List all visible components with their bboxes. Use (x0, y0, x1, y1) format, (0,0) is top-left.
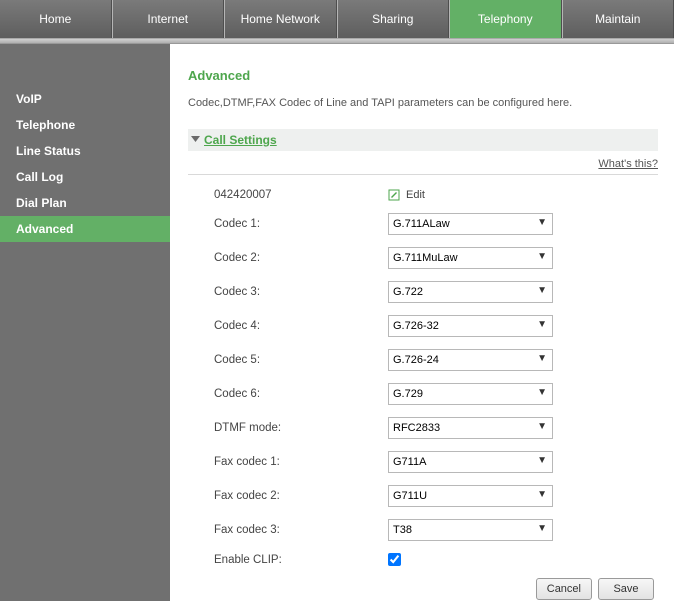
fax2-label: Fax codec 2: (188, 490, 388, 502)
topnav-tab-sharing[interactable]: Sharing (337, 0, 450, 38)
codec2-row: Codec 2: G.711MuLaw (188, 247, 658, 269)
sidebar-item-call-log[interactable]: Call Log (0, 164, 170, 190)
topnav-tab-label: Home (39, 12, 71, 26)
topnav-tab-home-network[interactable]: Home Network (224, 0, 337, 38)
page-description: Codec,DTMF,FAX Codec of Line and TAPI pa… (188, 97, 658, 109)
fax2-row: Fax codec 2: G711U (188, 485, 658, 507)
codec3-label: Codec 3: (188, 286, 388, 298)
topnav-tab-maintain[interactable]: Maintain (562, 0, 674, 38)
topnav-tab-home[interactable]: Home (0, 0, 112, 38)
button-bar: Cancel Save (188, 578, 658, 600)
codec4-label: Codec 4: (188, 320, 388, 332)
codec2-select[interactable]: G.711MuLaw (388, 247, 553, 269)
clip-label: Enable CLIP: (188, 554, 388, 566)
codec5-label: Codec 5: (188, 354, 388, 366)
codec5-select[interactable]: G.726-24 (388, 349, 553, 371)
sidebar-item-label: Line Status (16, 144, 81, 158)
sidebar-item-label: Dial Plan (16, 196, 67, 210)
section-title: Call Settings (204, 133, 277, 147)
sidebar-item-dial-plan[interactable]: Dial Plan (0, 190, 170, 216)
fax3-label: Fax codec 3: (188, 524, 388, 536)
codec6-label: Codec 6: (188, 388, 388, 400)
codec4-select[interactable]: G.726-32 (388, 315, 553, 337)
sidebar-item-label: Call Log (16, 170, 63, 184)
dtmf-row: DTMF mode: RFC2833 (188, 417, 658, 439)
sidebar-item-voip[interactable]: VoIP (0, 86, 170, 112)
save-button[interactable]: Save (598, 578, 654, 600)
dtmf-select[interactable]: RFC2833 (388, 417, 553, 439)
dtmf-label: DTMF mode: (188, 422, 388, 434)
collapse-icon (190, 135, 200, 145)
sidebar-item-advanced[interactable]: Advanced (0, 216, 170, 242)
top-navigation: Home Internet Home Network Sharing Telep… (0, 0, 674, 39)
codec3-row: Codec 3: G.722 (188, 281, 658, 303)
clip-checkbox[interactable] (388, 553, 401, 566)
codec2-label: Codec 2: (188, 252, 388, 264)
fax1-row: Fax codec 1: G711A (188, 451, 658, 473)
edit-label: Edit (406, 189, 425, 201)
topnav-tab-label: Maintain (595, 12, 640, 26)
cancel-button[interactable]: Cancel (536, 578, 592, 600)
fax1-select[interactable]: G711A (388, 451, 553, 473)
codec5-row: Codec 5: G.726-24 (188, 349, 658, 371)
edit-icon (388, 189, 400, 201)
help-bar: What's this? (188, 153, 658, 175)
topnav-tab-label: Home Network (241, 12, 320, 26)
sidebar-item-label: VoIP (16, 92, 42, 106)
topnav-tab-label: Telephony (478, 12, 533, 26)
topnav-tab-label: Sharing (372, 12, 413, 26)
page-container: VoIP Telephone Line Status Call Log Dial… (0, 44, 674, 601)
fax1-label: Fax codec 1: (188, 456, 388, 468)
sidebar-item-line-status[interactable]: Line Status (0, 138, 170, 164)
sidebar-item-label: Advanced (16, 222, 73, 236)
fax3-row: Fax codec 3: T38 (188, 519, 658, 541)
line-id-row: 042420007 Edit (188, 189, 658, 201)
sidebar-item-label: Telephone (16, 118, 75, 132)
codec4-row: Codec 4: G.726-32 (188, 315, 658, 337)
codec1-select[interactable]: G.711ALaw (388, 213, 553, 235)
topnav-tab-telephony[interactable]: Telephony (449, 0, 562, 38)
fax2-select[interactable]: G711U (388, 485, 553, 507)
topnav-tab-internet[interactable]: Internet (112, 0, 225, 38)
line-id: 042420007 (188, 189, 388, 201)
fax3-select[interactable]: T38 (388, 519, 553, 541)
main-panel: Advanced Codec,DTMF,FAX Codec of Line an… (170, 44, 674, 601)
topnav-tab-label: Internet (147, 12, 188, 26)
sidebar-item-telephone[interactable]: Telephone (0, 112, 170, 138)
clip-row: Enable CLIP: (188, 553, 658, 566)
help-link[interactable]: What's this? (598, 158, 658, 170)
codec3-select[interactable]: G.722 (388, 281, 553, 303)
section-header[interactable]: Call Settings (188, 129, 658, 151)
codec1-label: Codec 1: (188, 218, 388, 230)
edit-link[interactable]: Edit (388, 189, 425, 201)
codec6-select[interactable]: G.729 (388, 383, 553, 405)
codec6-row: Codec 6: G.729 (188, 383, 658, 405)
sidebar: VoIP Telephone Line Status Call Log Dial… (0, 44, 170, 601)
codec1-row: Codec 1: G.711ALaw (188, 213, 658, 235)
page-title: Advanced (188, 68, 658, 83)
